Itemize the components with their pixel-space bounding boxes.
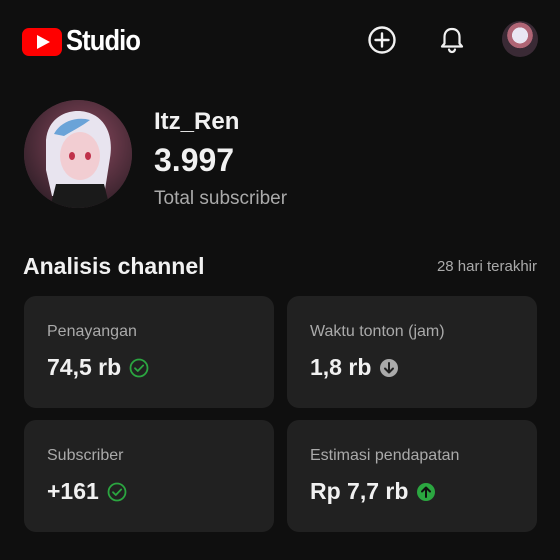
channel-avatar-image <box>24 100 132 208</box>
analytics-period: 28 hari terakhir <box>436 258 537 275</box>
metric-card-views[interactable]: Penayangan 74,5 rb <box>24 296 274 408</box>
metric-value: Rp 7,7 rb <box>310 478 409 504</box>
metric-label: Subscriber <box>47 447 124 464</box>
create-button[interactable] <box>364 22 400 58</box>
analytics-title: Analisis channel <box>23 253 205 279</box>
create-icon <box>368 26 396 54</box>
brand-label: Studio <box>66 25 141 57</box>
metric-value: 1,8 rb <box>310 354 372 380</box>
channel-name: Itz_Ren <box>154 108 240 135</box>
subscriber-count: 3.997 <box>154 142 235 178</box>
metric-value: +161 <box>47 478 99 504</box>
metric-label: Estimasi pendapatan <box>310 447 460 464</box>
subscriber-label: Total subscriber <box>154 188 288 209</box>
check-circle-icon <box>107 482 127 501</box>
channel-summary: Itz_Ren 3.997 Total subscriber <box>24 100 544 220</box>
youtube-studio-logo[interactable]: Studio <box>22 25 150 58</box>
youtube-play-icon <box>22 27 62 56</box>
arrow-up-circle-icon <box>417 482 436 501</box>
metric-label: Penayangan <box>47 323 137 340</box>
bell-icon <box>440 27 464 54</box>
arrow-down-circle-icon <box>380 358 399 377</box>
account-avatar[interactable] <box>502 21 538 57</box>
channel-avatar[interactable] <box>24 100 132 208</box>
top-app-bar: Studio <box>0 0 560 80</box>
metric-label: Waktu tonton (jam) <box>310 323 445 340</box>
metric-value: 74,5 rb <box>47 354 122 380</box>
metric-card-subscribers[interactable]: Subscriber +161 <box>24 420 274 532</box>
notifications-button[interactable] <box>434 22 470 58</box>
metric-card-estimated-revenue[interactable]: Estimasi pendapatan Rp 7,7 rb <box>287 420 537 532</box>
check-circle-icon <box>129 358 149 377</box>
metric-card-watch-time[interactable]: Waktu tonton (jam) 1,8 rb <box>287 296 537 408</box>
